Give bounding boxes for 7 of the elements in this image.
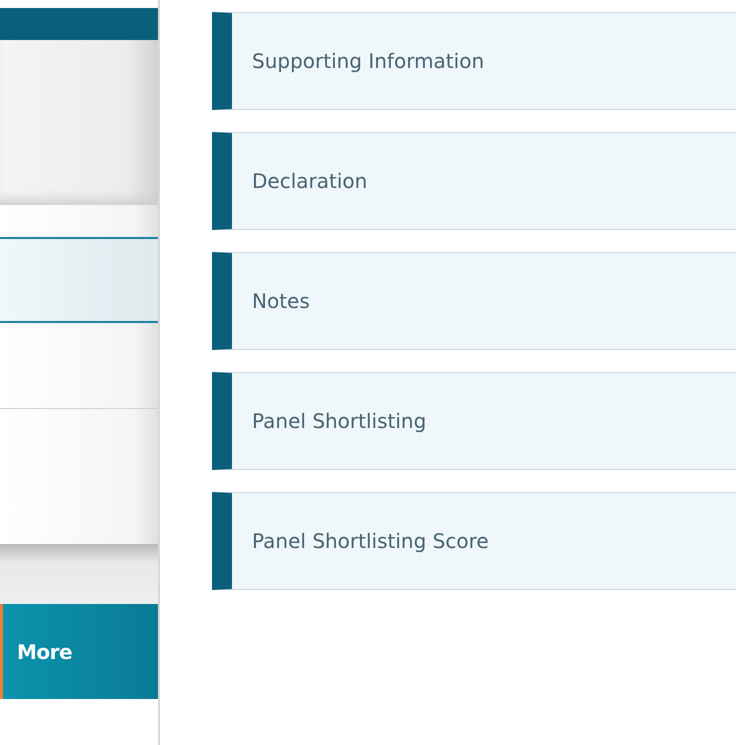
section-header[interactable]: Notes (212, 252, 736, 350)
sidebar-item[interactable] (0, 237, 158, 323)
section-header[interactable]: Supporting Information (212, 12, 736, 110)
section-header[interactable]: Declaration (212, 132, 736, 230)
more-button[interactable]: More (0, 604, 158, 699)
section-header[interactable]: Panel Shortlisting Score (212, 492, 736, 590)
section-header[interactable]: Panel Shortlisting (212, 372, 736, 470)
